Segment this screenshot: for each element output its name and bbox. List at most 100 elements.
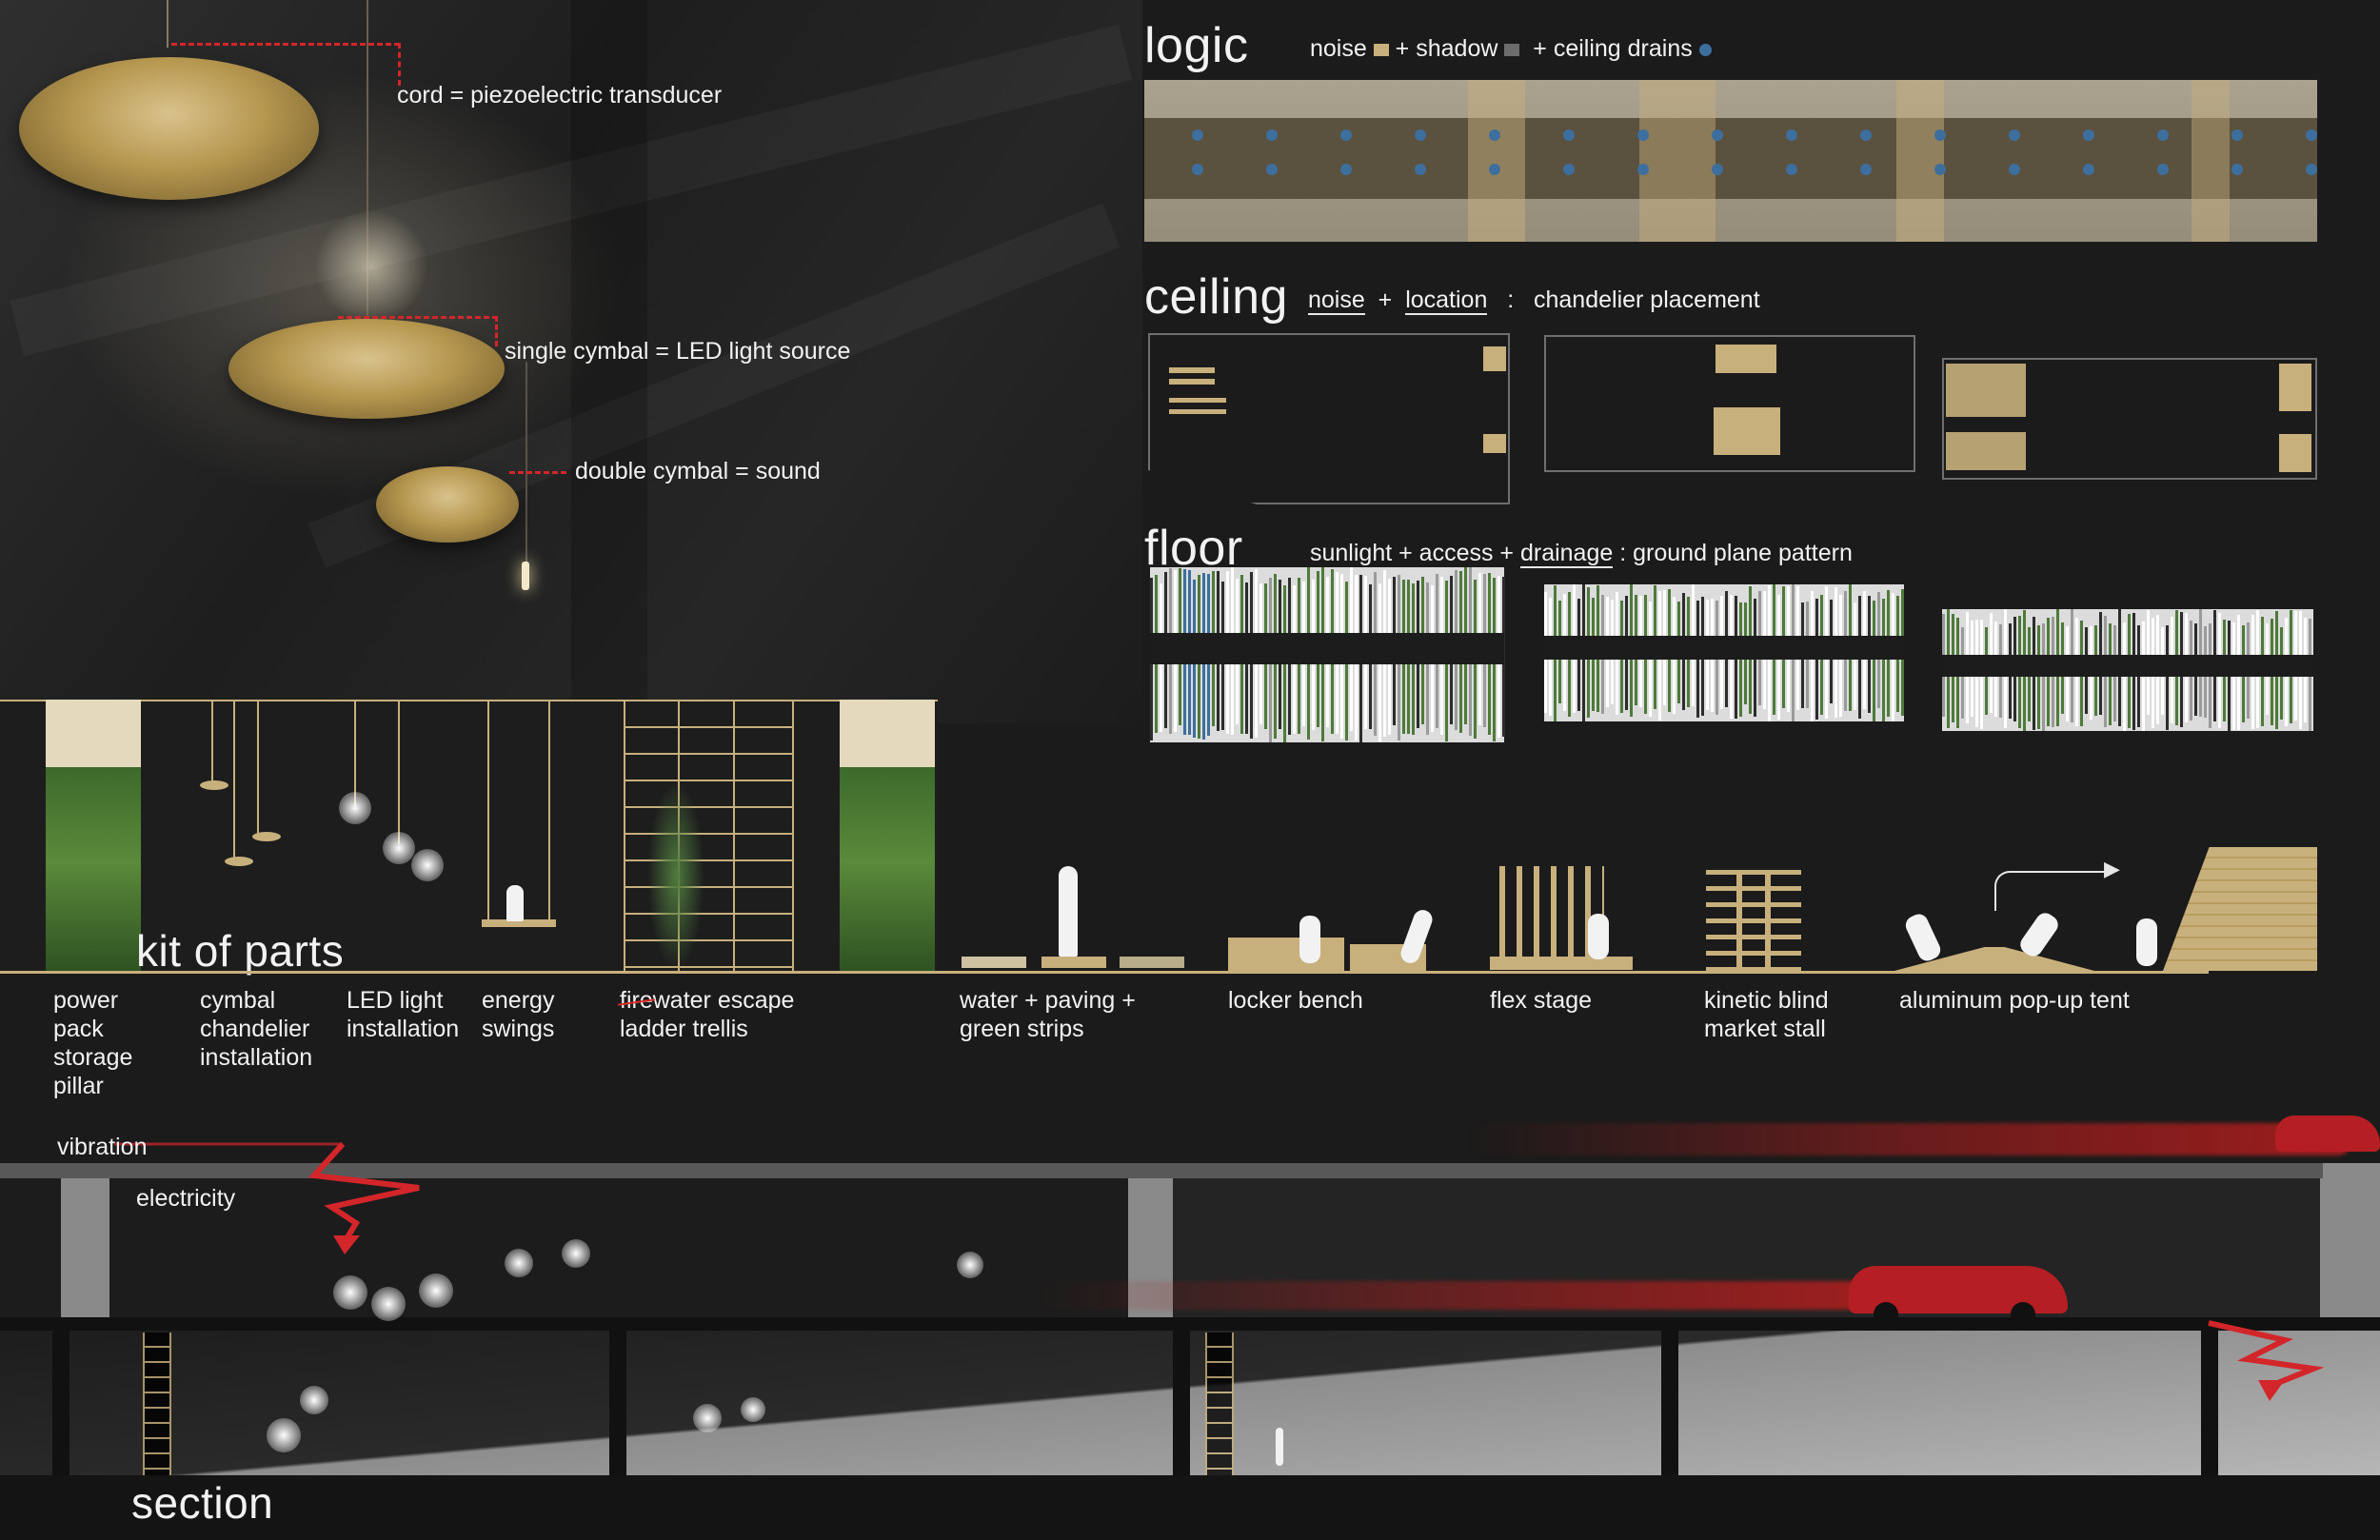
drain-row	[1144, 129, 2317, 141]
drain-dot	[2306, 164, 2317, 175]
ground-band	[0, 1475, 2380, 1540]
led-glow	[411, 849, 444, 881]
ceiling-plan-3	[1942, 358, 2317, 480]
leader-line	[495, 316, 498, 346]
floor-dark-band	[1150, 633, 1504, 664]
chandelier-cluster	[1169, 409, 1226, 414]
kit-label-bench: locker bench	[1228, 987, 1363, 1014]
chandelier-cluster	[1946, 364, 2026, 417]
floor-drainage: drainage	[1519, 540, 1614, 568]
kit-label-trellis: ladder trellis	[620, 1016, 748, 1042]
drain-dot	[2231, 164, 2243, 175]
vine	[647, 780, 704, 971]
ceiling-title: ceiling	[1144, 269, 1288, 325]
drain-dot	[2083, 129, 2094, 141]
cymbal-cord	[167, 0, 169, 48]
floor-stripe	[1739, 602, 1742, 717]
kit-label-stall: kinetic blind market stall	[1704, 987, 1829, 1042]
led-glow	[314, 209, 428, 324]
noise-stripe	[2192, 80, 2230, 242]
electricity-label: electricity	[136, 1185, 236, 1212]
led-cord	[398, 701, 400, 844]
drain-dot	[1266, 129, 1278, 141]
drain-dot	[1340, 129, 1352, 141]
person-silhouette	[1588, 914, 1609, 959]
floor-result: : ground plane pattern	[1619, 540, 1853, 566]
stall-post	[1765, 870, 1771, 971]
drain-dot	[2083, 164, 2094, 175]
leader-line	[509, 471, 566, 474]
kit-label-pillar: power pack storage pillar	[53, 987, 133, 1099]
chandelier-cymbal	[200, 780, 228, 790]
vibration-label: vibration	[57, 1134, 148, 1160]
drain-dot	[1860, 164, 1872, 175]
power-pillar	[840, 700, 935, 971]
logic-legend: noise + shadow + ceiling drains	[1310, 34, 1712, 63]
drain-dot	[1637, 129, 1649, 141]
drain-dot	[1786, 164, 1797, 175]
chandelier-cluster	[1946, 432, 2026, 470]
drain-dot	[1860, 129, 1872, 141]
drain-dot	[1786, 129, 1797, 141]
struck-word: fire	[620, 987, 653, 1014]
swing-rope	[487, 701, 489, 920]
kit-label-swings: energy swings	[482, 987, 555, 1042]
noise-stripe	[1468, 80, 1525, 242]
drain-dot	[2009, 129, 2020, 141]
person-silhouette	[1398, 907, 1436, 966]
drain-row	[1144, 164, 2317, 175]
floor-dark-band	[1942, 655, 2313, 677]
floor-stripe	[2037, 625, 2040, 729]
ceiling-formula: noise + location : chandelier placement	[1308, 286, 1760, 315]
chandelier-cord	[257, 701, 259, 835]
drain-dot	[1934, 164, 1946, 175]
floor-dark-band	[1544, 636, 1904, 660]
leader-line	[398, 43, 401, 86]
chandelier-cluster	[1483, 434, 1506, 453]
kit-label-water: water + paving + green strips	[960, 987, 1136, 1042]
cymbal-large	[19, 57, 319, 200]
shadow-swatch	[1504, 43, 1520, 56]
plus-sign: +	[1395, 35, 1410, 62]
led-glow	[339, 792, 371, 824]
cymbal-single	[228, 319, 505, 419]
chandelier-cluster	[1169, 398, 1226, 403]
drain-dot	[1340, 164, 1352, 175]
flex-stage-base	[1490, 957, 1633, 970]
tent-open	[2163, 847, 2317, 971]
section-light	[267, 1418, 301, 1452]
drain-dot	[1489, 129, 1500, 141]
vibration-zigzag	[2208, 1320, 2325, 1389]
drain-dot	[1415, 164, 1426, 175]
chandelier-cluster	[2279, 364, 2311, 411]
ceiling-plan-1	[1148, 333, 1510, 504]
chandelier-cluster	[1716, 345, 1776, 373]
person-silhouette	[506, 885, 524, 921]
person-silhouette	[1276, 1428, 1283, 1466]
drain-dot	[2157, 129, 2169, 141]
noise-swatch	[1373, 43, 1389, 56]
stall-post	[1736, 870, 1742, 971]
arrow-head-icon	[333, 1235, 360, 1254]
chandelier-cymbal	[225, 857, 253, 866]
floor-stripe	[1873, 601, 1875, 721]
water-tray	[962, 957, 1026, 968]
legend-noise-label: noise	[1310, 35, 1367, 62]
plus-sign: +	[1378, 286, 1393, 313]
drain-swatch	[1698, 43, 1712, 56]
person-silhouette	[1299, 916, 1320, 963]
person-silhouette	[1059, 866, 1078, 957]
person-silhouette	[1902, 911, 1944, 964]
logic-map	[1144, 80, 2317, 242]
person-silhouette	[2136, 918, 2157, 966]
leader-line	[338, 316, 498, 319]
plus-sign: +	[1533, 35, 1547, 62]
section-title: section	[131, 1478, 274, 1528]
drain-dot	[2306, 129, 2317, 141]
kit-label-chandelier: cymbal chandelier installation	[200, 987, 313, 1071]
kit-label-tent: aluminum pop-up tent	[1899, 987, 2130, 1014]
floor-stripe	[1882, 599, 1885, 721]
kit-label-escape: firewater escape	[620, 986, 794, 1015]
floor-formula-text: sunlight + access +	[1310, 540, 1515, 566]
drain-dot	[1266, 164, 1278, 175]
